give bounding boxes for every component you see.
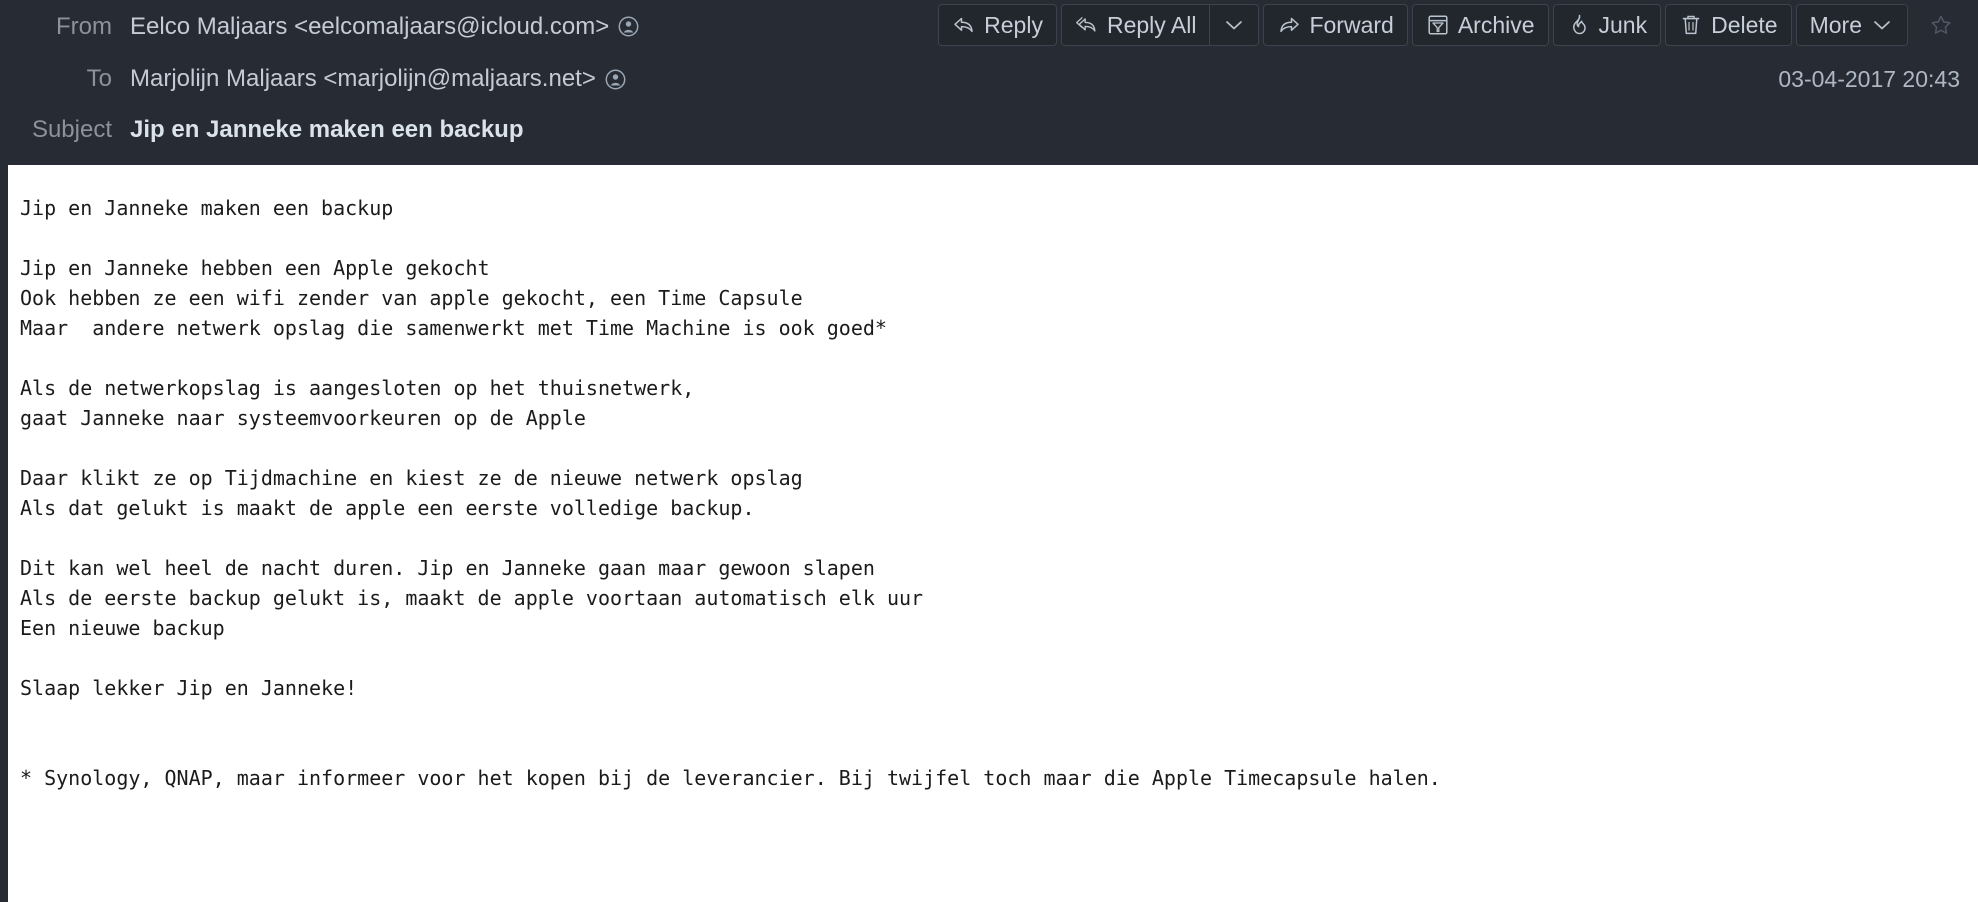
flame-icon <box>1567 13 1591 37</box>
forward-label: Forward <box>1309 14 1393 37</box>
subject-value: Jip en Janneke maken een backup <box>130 118 524 142</box>
archive-box-icon <box>1426 13 1450 37</box>
reply-label: Reply <box>984 14 1043 37</box>
to-value-group: Marjolijn Maljaars <marjolijn@maljaars.n… <box>130 67 626 91</box>
delete-label: Delete <box>1711 14 1777 37</box>
junk-label: Junk <box>1599 14 1648 37</box>
contact-circle-icon[interactable] <box>605 69 626 90</box>
more-button[interactable]: More <box>1796 4 1908 46</box>
reply-arrow-icon <box>952 13 976 37</box>
junk-button[interactable]: Junk <box>1553 4 1662 46</box>
subject-label: Subject <box>8 118 112 142</box>
archive-label: Archive <box>1458 14 1535 37</box>
archive-button[interactable]: Archive <box>1412 4 1549 46</box>
message-date: 03-04-2017 20:43 <box>1778 53 1960 105</box>
forward-arrow-icon <box>1277 13 1301 37</box>
message-body-wrapper: Jip en Janneke maken een backup Jip en J… <box>0 165 1978 902</box>
star-outline-icon <box>1929 13 1953 37</box>
message-body[interactable]: Jip en Janneke maken een backup Jip en J… <box>8 165 1978 902</box>
star-toggle-button[interactable] <box>1918 4 1964 46</box>
from-label: From <box>8 15 112 39</box>
more-label: More <box>1810 14 1862 37</box>
header-row-subject: Subject Jip en Janneke maken een backup <box>8 105 1978 155</box>
forward-button[interactable]: Forward <box>1263 4 1407 46</box>
from-address[interactable]: Eelco Maljaars <eelcomaljaars@icloud.com… <box>130 15 609 39</box>
reply-all-arrow-icon <box>1075 13 1099 37</box>
header-row-to: To Marjolijn Maljaars <marjolijn@maljaar… <box>8 53 1978 105</box>
from-value-group: Eelco Maljaars <eelcomaljaars@icloud.com… <box>130 15 639 39</box>
reply-button[interactable]: Reply <box>938 4 1057 46</box>
message-viewer: From Eelco Maljaars <eelcomaljaars@iclou… <box>0 0 1978 902</box>
contact-circle-icon[interactable] <box>618 16 639 37</box>
trash-can-icon <box>1679 13 1703 37</box>
message-header: From Eelco Maljaars <eelcomaljaars@iclou… <box>0 0 1978 165</box>
to-address[interactable]: Marjolijn Maljaars <marjolijn@maljaars.n… <box>130 67 596 91</box>
reply-all-split-button: Reply All <box>1061 4 1259 46</box>
to-label: To <box>8 67 112 91</box>
chevron-down-icon <box>1222 13 1246 37</box>
reply-all-dropdown-button[interactable] <box>1209 4 1259 46</box>
reply-all-button[interactable]: Reply All <box>1061 4 1209 46</box>
reply-all-label: Reply All <box>1107 14 1196 37</box>
message-body-text: Jip en Janneke maken een backup Jip en J… <box>20 193 1978 793</box>
delete-button[interactable]: Delete <box>1665 4 1791 46</box>
chevron-down-icon <box>1870 13 1894 37</box>
message-toolbar: Reply Reply All <box>938 3 1964 47</box>
body-left-rail <box>0 165 8 902</box>
